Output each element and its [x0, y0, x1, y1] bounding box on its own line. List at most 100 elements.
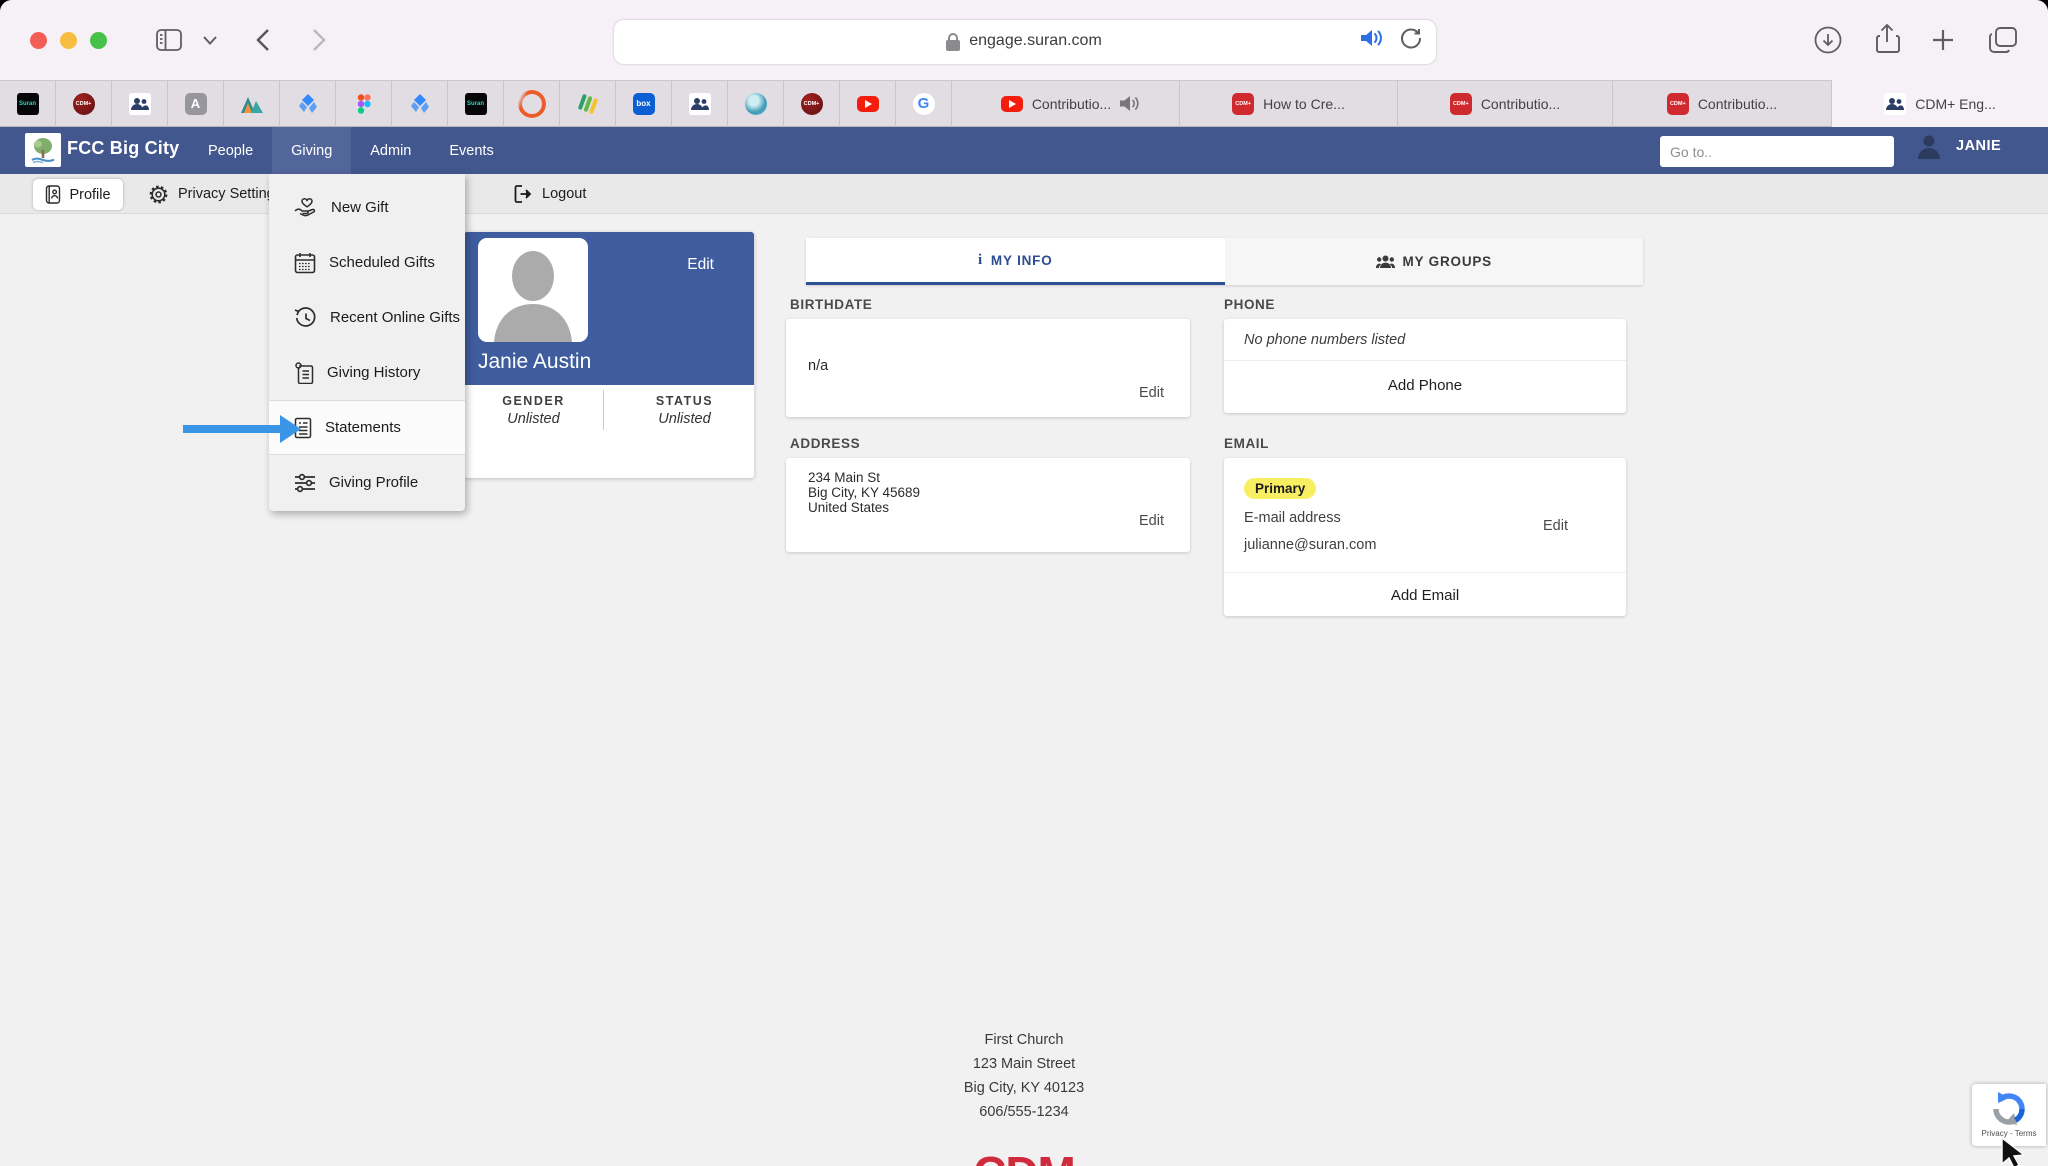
avatar	[478, 238, 588, 342]
tab-label: How to Cre...	[1263, 96, 1345, 112]
pinned-tab-orange-ring[interactable]	[504, 80, 560, 127]
user-menu[interactable]: JANIE	[1916, 133, 2001, 159]
recaptcha-badge[interactable]: Privacy - Terms	[1972, 1084, 2046, 1146]
subnav-item-profile[interactable]: Profile	[33, 179, 123, 210]
tab-contributions-2[interactable]: CDM+ Contributio...	[1398, 80, 1613, 127]
add-email-button[interactable]: Add Email	[1224, 587, 1626, 604]
subnav-item-logout[interactable]: Logout	[514, 174, 586, 214]
zoom-window-button[interactable]	[90, 32, 107, 49]
tab-label: MY INFO	[991, 253, 1053, 268]
user-avatar-icon	[1916, 133, 1942, 159]
pinned-tab-suran-2[interactable]: Suran	[448, 80, 504, 127]
email-value: julianne@suran.com	[1244, 537, 1376, 553]
menu-item-new-gift[interactable]: New Gift	[269, 180, 465, 235]
address-line: Big City, KY 45689	[808, 485, 920, 500]
chevron-down-icon[interactable]	[203, 36, 217, 45]
email-label: E-mail address	[1244, 510, 1341, 526]
footer-line: 123 Main Street	[0, 1052, 2048, 1076]
pinned-tab-box[interactable]: box	[616, 80, 672, 127]
cdm-plus-favicon: CDM+	[1667, 93, 1689, 115]
youtube-favicon	[1001, 96, 1023, 112]
recaptcha-icon	[1992, 1092, 2026, 1126]
pinned-tab-google[interactable]: G	[896, 80, 952, 127]
audio-playing-icon[interactable]	[1360, 28, 1384, 48]
email-edit-link[interactable]: Edit	[1543, 518, 1568, 534]
figma-favicon	[353, 93, 375, 115]
share-icon[interactable]	[1874, 24, 1900, 54]
pinned-tab-jira[interactable]	[280, 80, 336, 127]
tab-my-info[interactable]: i MY INFO	[806, 238, 1225, 285]
pinned-tab-cdm-plus-2[interactable]: CDM+	[784, 80, 840, 127]
google-favicon: G	[913, 93, 935, 115]
pinned-tab-engage-2[interactable]	[672, 80, 728, 127]
pinned-tab-engage[interactable]	[112, 80, 168, 127]
address-bar-content: engage.suran.com	[613, 19, 1435, 63]
pinned-tab-cdm-plus[interactable]: CDM+	[56, 80, 112, 127]
birthdate-section-title: BIRTHDATE	[790, 297, 872, 312]
address-line: 234 Main St	[808, 470, 920, 485]
church-logo[interactable]	[25, 133, 61, 167]
nav-item-admin[interactable]: Admin	[351, 127, 430, 174]
phone-empty-note: No phone numbers listed	[1244, 332, 1405, 348]
nav-item-people[interactable]: People	[189, 127, 272, 174]
new-tab-icon[interactable]	[1930, 27, 1956, 53]
profile-tabs: i MY INFO MY GROUPS	[806, 238, 1643, 285]
contact-card-icon	[45, 185, 61, 204]
suran-favicon: Suran	[17, 93, 39, 115]
address-section-title: ADDRESS	[790, 436, 860, 451]
phone-card: No phone numbers listed Add Phone	[1224, 319, 1626, 413]
forward-icon[interactable]	[312, 28, 326, 52]
close-window-button[interactable]	[30, 32, 47, 49]
reload-icon[interactable]	[1400, 27, 1422, 49]
cdm-plus-circle-favicon: CDM+	[73, 93, 95, 115]
add-phone-button[interactable]: Add Phone	[1224, 377, 1626, 394]
tab-overview-icon[interactable]	[1988, 26, 2018, 54]
tab-my-groups[interactable]: MY GROUPS	[1225, 238, 1644, 285]
email-card: Primary E-mail address julianne@suran.co…	[1224, 458, 1626, 616]
address-card: 234 Main St Big City, KY 45689 United St…	[786, 458, 1190, 552]
tab-how-to-create[interactable]: CDM+ How to Cre...	[1180, 80, 1398, 127]
pinned-tab-letter-a[interactable]: A	[168, 80, 224, 127]
menu-item-giving-history[interactable]: Giving History	[269, 345, 465, 400]
tab-contributions-video[interactable]: Contributio...	[962, 80, 1180, 127]
pinned-tab-suran[interactable]: Suran	[0, 80, 56, 127]
pinned-tab-stripes[interactable]	[560, 80, 616, 127]
menu-item-label: Recent Online Gifts	[330, 309, 460, 326]
tab-cdm-engage-active[interactable]: CDM+ Eng...	[1832, 80, 2048, 127]
pointer-arrow	[183, 425, 280, 433]
pinned-tab-mountain[interactable]	[224, 80, 280, 127]
divider	[603, 390, 604, 430]
pinned-tab-teal-swirl[interactable]	[728, 80, 784, 127]
menu-item-recent-online-gifts[interactable]: Recent Online Gifts	[269, 290, 465, 345]
organization-name[interactable]: FCC Big City	[67, 138, 179, 159]
address-edit-link[interactable]: Edit	[1139, 513, 1164, 529]
tab-contributions-3[interactable]: CDM+ Contributio...	[1613, 80, 1832, 127]
birthdate-edit-link[interactable]: Edit	[1139, 385, 1164, 401]
minimize-window-button[interactable]	[60, 32, 77, 49]
nav-item-events[interactable]: Events	[430, 127, 512, 174]
email-section-title: EMAIL	[1224, 436, 1269, 451]
menu-item-giving-profile[interactable]: Giving Profile	[269, 455, 465, 510]
pinned-tab-jira-2[interactable]	[392, 80, 448, 127]
speaker-icon	[1120, 95, 1140, 112]
profile-edit-link[interactable]: Edit	[687, 256, 714, 274]
downloads-icon[interactable]	[1814, 26, 1842, 54]
pinned-tab-figma[interactable]	[336, 80, 392, 127]
sidebar-icon[interactable]	[156, 28, 182, 52]
back-icon[interactable]	[256, 28, 270, 52]
nav-item-giving[interactable]: Giving	[272, 127, 351, 174]
phone-section-title: PHONE	[1224, 297, 1275, 312]
browser-toolbar: engage.suran.com	[0, 0, 2048, 80]
subnav-item-privacy-settings[interactable]: Privacy Settings	[148, 174, 282, 214]
gear-icon	[148, 184, 169, 205]
recaptcha-label[interactable]: Privacy - Terms	[1982, 1129, 2037, 1138]
menu-item-scheduled-gifts[interactable]: Scheduled Gifts	[269, 235, 465, 290]
browser-window: engage.suran.com Suran CDM+ A Suran	[0, 0, 2048, 1166]
youtube-favicon	[857, 96, 879, 112]
birthdate-card: n/a Edit	[786, 319, 1190, 417]
pointer-arrow-head	[280, 415, 301, 443]
primary-badge: Primary	[1244, 478, 1316, 499]
pinned-tab-youtube[interactable]	[840, 80, 896, 127]
goto-search-input[interactable]	[1660, 136, 1894, 167]
status-field: STATUS Unlisted	[615, 394, 754, 427]
